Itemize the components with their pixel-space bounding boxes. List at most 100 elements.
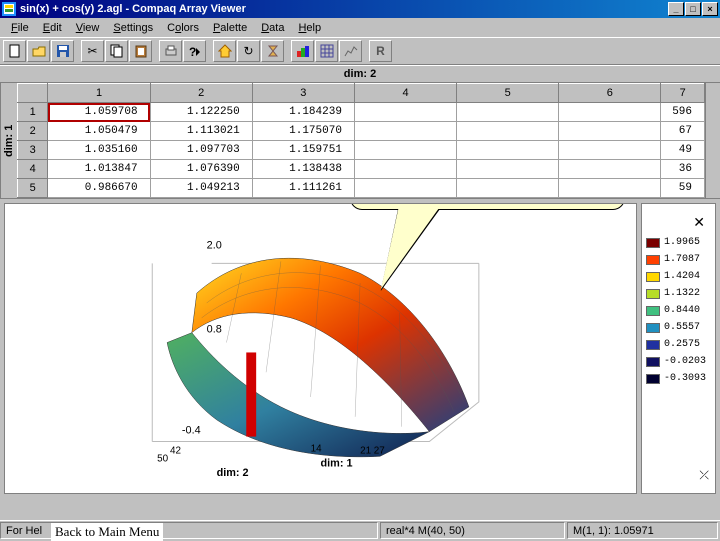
chart3d-icon[interactable] bbox=[291, 40, 314, 62]
print-icon[interactable] bbox=[159, 40, 182, 62]
cell[interactable]: 1.050479 bbox=[48, 122, 150, 141]
vertical-scrollbar[interactable] bbox=[705, 83, 720, 198]
menu-view[interactable]: View bbox=[69, 20, 107, 36]
line-chart-icon[interactable] bbox=[339, 40, 362, 62]
open-icon[interactable] bbox=[27, 40, 50, 62]
legend-entry: 0.5557 bbox=[642, 319, 715, 336]
legend-entry: -0.3093 bbox=[642, 370, 715, 387]
minimize-button[interactable]: _ bbox=[668, 2, 684, 16]
cell[interactable]: 49 bbox=[661, 141, 705, 160]
legend-label: 1.7087 bbox=[664, 254, 700, 265]
legend-swatch bbox=[646, 357, 660, 367]
cell[interactable] bbox=[354, 103, 456, 122]
menu-colors[interactable]: Colors bbox=[160, 20, 206, 36]
cell[interactable] bbox=[457, 103, 559, 122]
col-header[interactable]: 5 bbox=[457, 84, 559, 103]
cell[interactable] bbox=[457, 160, 559, 179]
back-to-main-menu-link[interactable]: Back to Main Menu bbox=[51, 523, 163, 541]
cell[interactable] bbox=[559, 122, 661, 141]
cell[interactable]: 1.049213 bbox=[150, 179, 252, 198]
cell[interactable]: 1.111261 bbox=[252, 179, 354, 198]
callout-tooltip: Using the Array Viewer, you can easily r… bbox=[350, 203, 625, 210]
cell[interactable] bbox=[354, 122, 456, 141]
legend-entry: 1.4204 bbox=[642, 268, 715, 285]
menu-help[interactable]: Help bbox=[291, 20, 328, 36]
legend-swatch bbox=[646, 289, 660, 299]
paste-icon[interactable] bbox=[129, 40, 152, 62]
svg-text:dim: 2: dim: 2 bbox=[217, 467, 249, 479]
col-header[interactable]: 1 bbox=[48, 84, 150, 103]
window-title: sin(x) + cos(y) 2.agl - Compaq Array Vie… bbox=[20, 3, 668, 15]
cell[interactable]: 0.986670 bbox=[48, 179, 150, 198]
cell[interactable] bbox=[457, 179, 559, 198]
save-icon[interactable] bbox=[51, 40, 74, 62]
legend-label: 1.4204 bbox=[664, 271, 700, 282]
col-header[interactable]: 4 bbox=[354, 84, 456, 103]
data-grid-area: dim: 1 1 2 3 4 5 6 7 1 1.059708 1.122250… bbox=[0, 83, 720, 198]
cell[interactable]: 1.184239 bbox=[252, 103, 354, 122]
cell[interactable]: 67 bbox=[661, 122, 705, 141]
dim2-header: dim: 2 bbox=[0, 65, 720, 83]
table-row[interactable]: 4 1.013847 1.076390 1.138438 36 bbox=[18, 160, 705, 179]
cell[interactable]: 59 bbox=[661, 179, 705, 198]
col-header[interactable]: 7 bbox=[661, 84, 705, 103]
cell-selected[interactable]: 1.059708 bbox=[48, 103, 150, 122]
r-icon[interactable]: R bbox=[369, 40, 392, 62]
menu-edit[interactable]: Edit bbox=[36, 20, 69, 36]
new-icon[interactable] bbox=[3, 40, 26, 62]
svg-text:21 27: 21 27 bbox=[360, 445, 385, 456]
cell[interactable]: 1.175070 bbox=[252, 122, 354, 141]
plot-canvas[interactable]: 2.0 0.8 0.2 -0.4 dim: 1 dim: 2 50 14 21 … bbox=[4, 203, 637, 494]
cell[interactable]: 596 bbox=[661, 103, 705, 122]
cell[interactable] bbox=[354, 160, 456, 179]
table-row[interactable]: 5 0.986670 1.049213 1.111261 59 bbox=[18, 179, 705, 198]
table-row[interactable]: 2 1.050479 1.113021 1.175070 67 bbox=[18, 122, 705, 141]
row-header[interactable]: 1 bbox=[18, 103, 48, 122]
menu-settings[interactable]: Settings bbox=[106, 20, 160, 36]
cell[interactable]: 1.138438 bbox=[252, 160, 354, 179]
grid-icon[interactable] bbox=[315, 40, 338, 62]
cell[interactable] bbox=[559, 179, 661, 198]
row-header[interactable]: 3 bbox=[18, 141, 48, 160]
cell[interactable]: 1.076390 bbox=[150, 160, 252, 179]
cell[interactable] bbox=[559, 160, 661, 179]
cell[interactable]: 1.159751 bbox=[252, 141, 354, 160]
row-header[interactable]: 2 bbox=[18, 122, 48, 141]
cell[interactable] bbox=[457, 122, 559, 141]
close-button[interactable]: × bbox=[702, 2, 718, 16]
refresh-icon[interactable]: ↻ bbox=[237, 40, 260, 62]
row-header[interactable]: 4 bbox=[18, 160, 48, 179]
home-icon[interactable] bbox=[213, 40, 236, 62]
menu-palette[interactable]: Palette bbox=[206, 20, 254, 36]
cell[interactable]: 1.113021 bbox=[150, 122, 252, 141]
svg-text:14: 14 bbox=[311, 443, 322, 454]
copy-icon[interactable] bbox=[105, 40, 128, 62]
legend-label: 1.1322 bbox=[664, 288, 700, 299]
menu-file[interactable]: File bbox=[4, 20, 36, 36]
cell[interactable] bbox=[559, 141, 661, 160]
help-icon[interactable]: ? bbox=[183, 40, 206, 62]
cell[interactable] bbox=[354, 179, 456, 198]
cell[interactable] bbox=[354, 141, 456, 160]
menu-data[interactable]: Data bbox=[254, 20, 291, 36]
cell[interactable] bbox=[559, 103, 661, 122]
cell[interactable]: 1.013847 bbox=[48, 160, 150, 179]
data-grid[interactable]: 1 2 3 4 5 6 7 1 1.059708 1.122250 1.1842… bbox=[17, 83, 705, 198]
cell[interactable]: 1.122250 bbox=[150, 103, 252, 122]
status-type-pane: real*4 M(40, 50) bbox=[380, 522, 565, 539]
table-row[interactable]: 1 1.059708 1.122250 1.184239 596 bbox=[18, 103, 705, 122]
col-header[interactable]: 3 bbox=[252, 84, 354, 103]
status-help-text: For Hel bbox=[6, 525, 42, 537]
cut-icon[interactable]: ✂ bbox=[81, 40, 104, 62]
hourglass-icon[interactable] bbox=[261, 40, 284, 62]
col-header[interactable]: 2 bbox=[150, 84, 252, 103]
legend-swatch bbox=[646, 238, 660, 248]
cell[interactable]: 1.035160 bbox=[48, 141, 150, 160]
cell[interactable]: 1.097703 bbox=[150, 141, 252, 160]
maximize-button[interactable]: □ bbox=[685, 2, 701, 16]
col-header[interactable]: 6 bbox=[559, 84, 661, 103]
row-header[interactable]: 5 bbox=[18, 179, 48, 198]
cell[interactable] bbox=[457, 141, 559, 160]
table-row[interactable]: 3 1.035160 1.097703 1.159751 49 bbox=[18, 141, 705, 160]
cell[interactable]: 36 bbox=[661, 160, 705, 179]
